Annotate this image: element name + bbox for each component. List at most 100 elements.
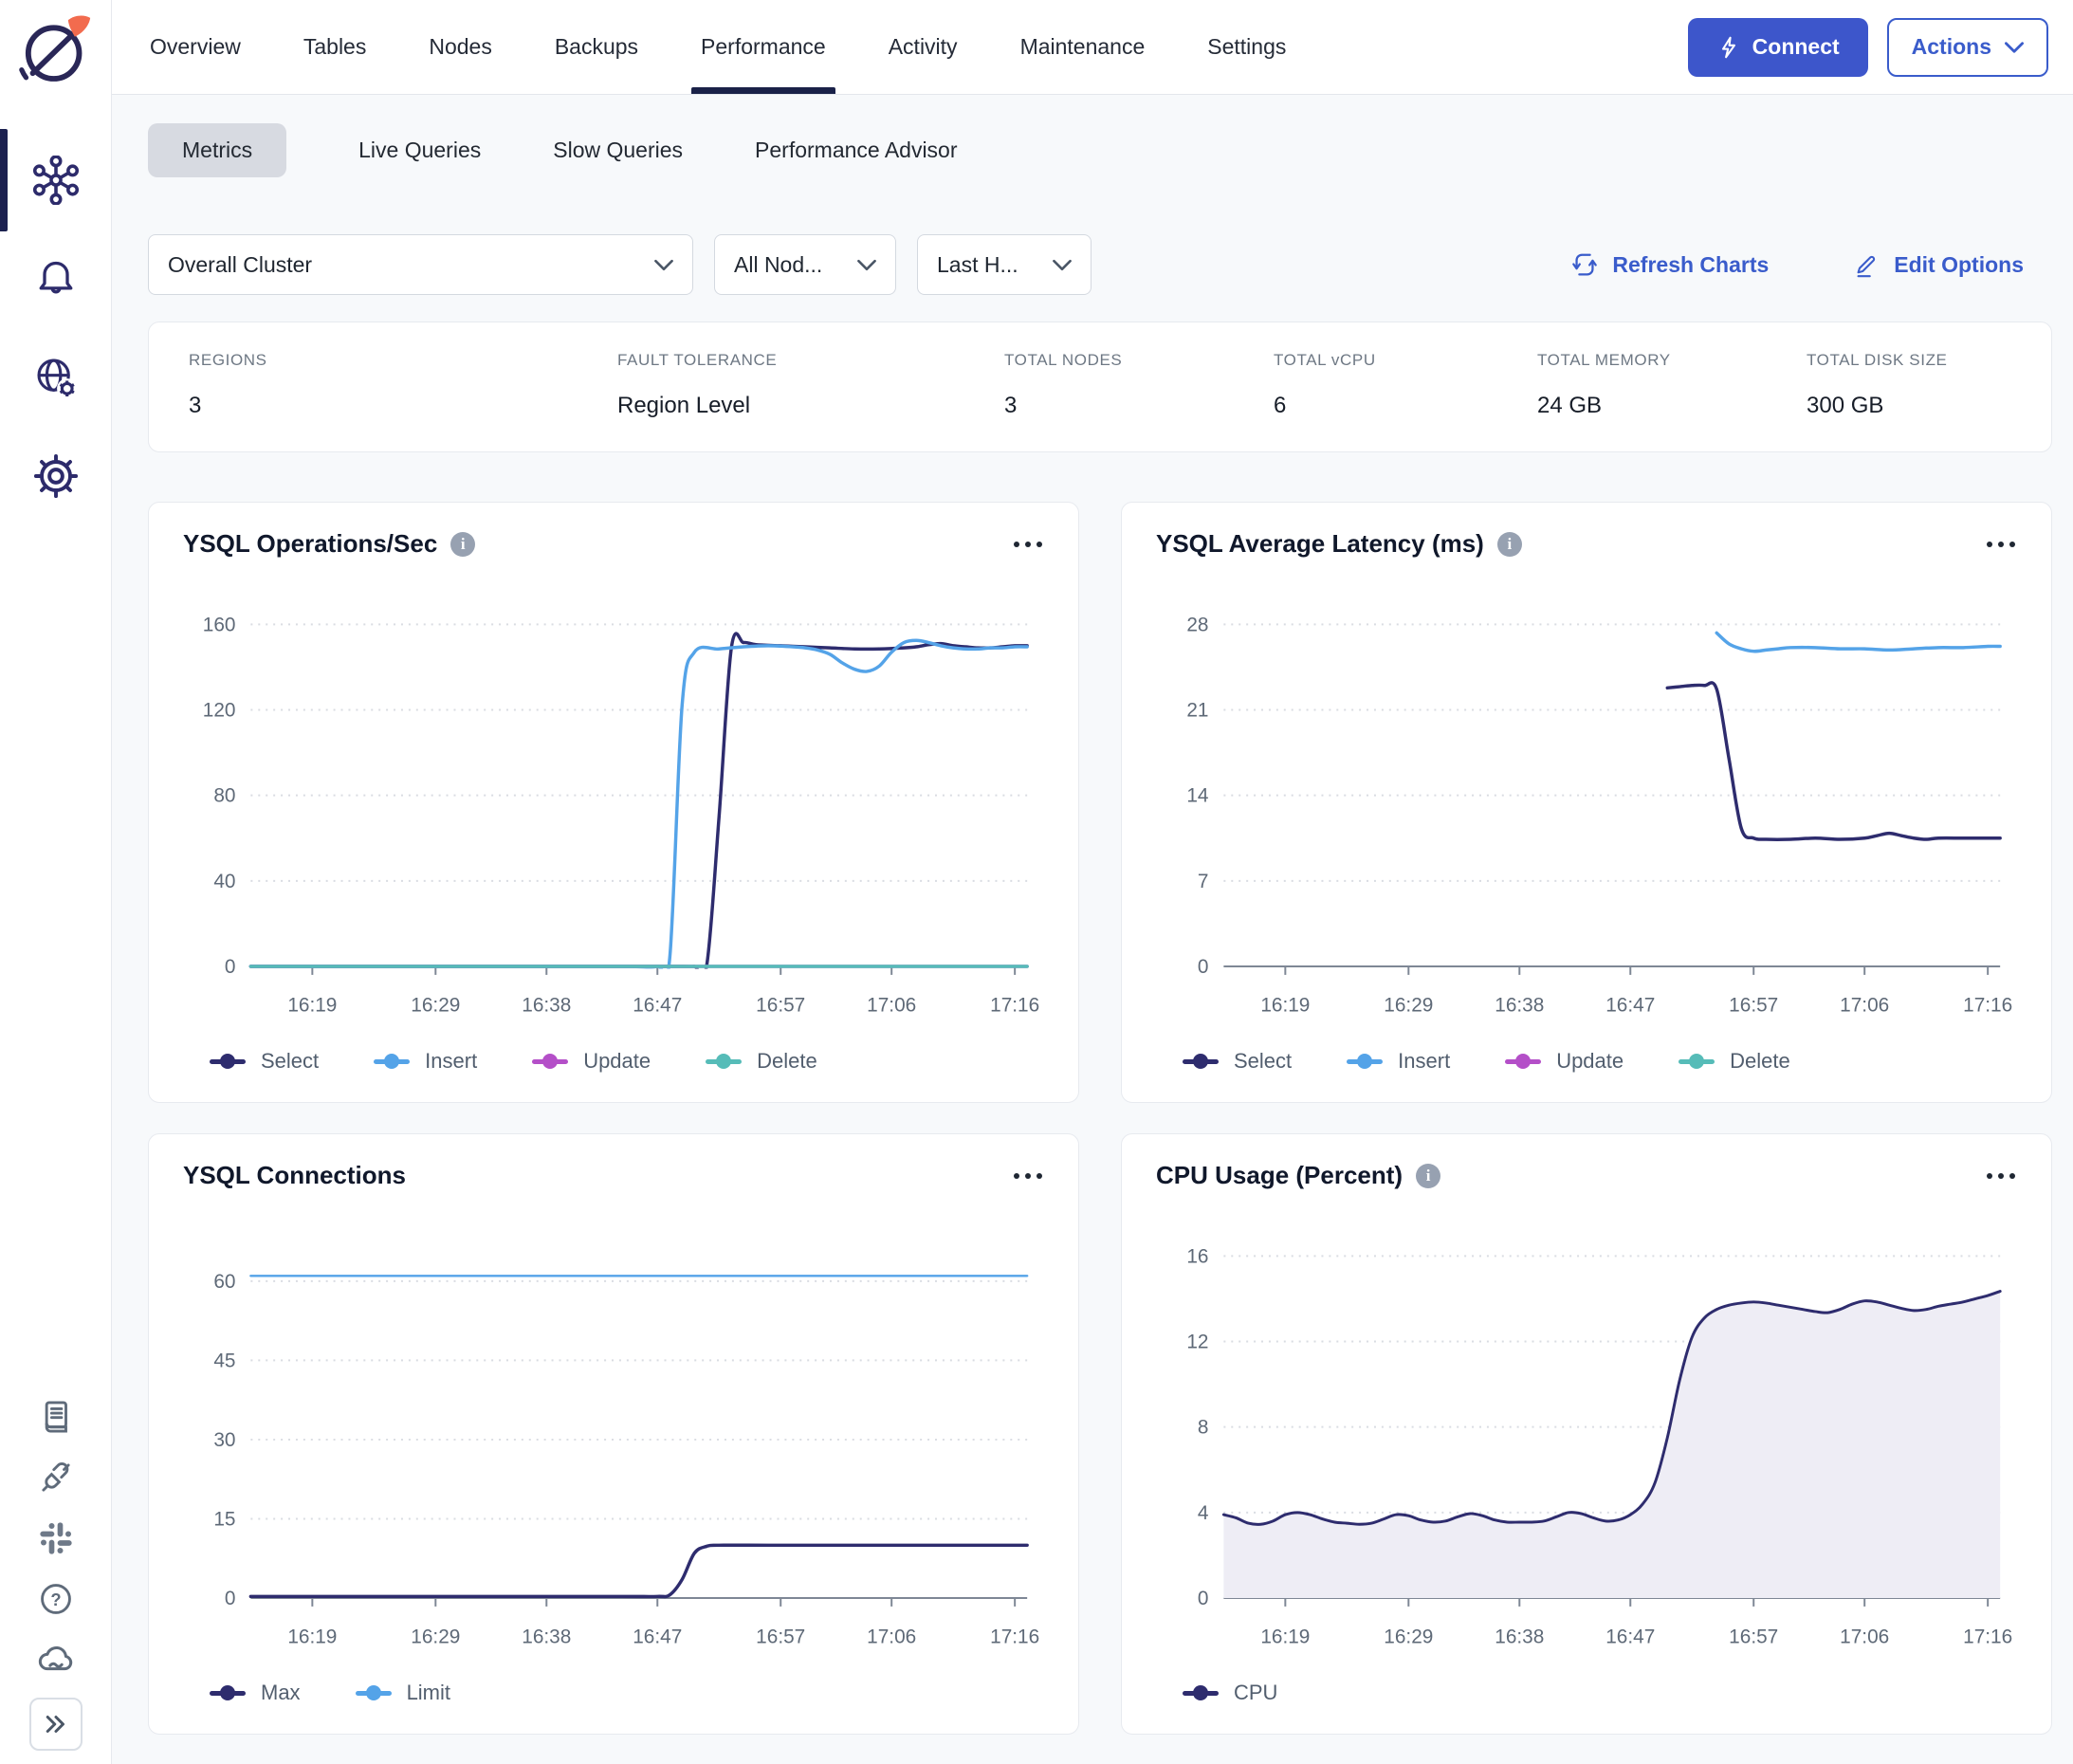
main-content: Overview Tables Nodes Backups Performanc… [112, 0, 2073, 1764]
tab-maintenance[interactable]: Maintenance [1018, 0, 1147, 94]
sidebar-item-integrations[interactable] [0, 1447, 112, 1508]
time-range-select[interactable]: Last H... [917, 234, 1092, 295]
chart-actions: Refresh Charts Edit Options [1570, 250, 2050, 279]
refresh-cycle-icon [1570, 250, 1599, 279]
clusters-network-icon [31, 156, 81, 205]
lightning-bolt-icon [1716, 35, 1741, 60]
chevron-down-icon [857, 259, 876, 271]
docs-book-icon [36, 1397, 76, 1437]
subtab-performance-advisor[interactable]: Performance Advisor [755, 123, 957, 177]
filter-bar: Overall Cluster All Nod... Last H... [112, 177, 2073, 295]
svg-text:80: 80 [213, 785, 235, 807]
chart-plot: 0714212816:1916:2916:3816:4716:5717:0617… [1156, 568, 2017, 1039]
svg-text:16:47: 16:47 [633, 1626, 682, 1648]
svg-text:0: 0 [1198, 1588, 1209, 1609]
legend-item-insert: Insert [374, 1049, 477, 1074]
ellipsis-menu-icon[interactable] [1012, 1167, 1044, 1185]
svg-text:0: 0 [225, 1588, 236, 1609]
ellipsis-menu-icon[interactable] [1985, 1167, 2017, 1185]
svg-text:28: 28 [1186, 614, 1208, 635]
tab-settings[interactable]: Settings [1205, 0, 1288, 94]
nodes-select[interactable]: All Nod... [714, 234, 896, 295]
svg-text:16:38: 16:38 [522, 1626, 571, 1648]
stat-label: TOTAL DISK SIZE [1807, 351, 2011, 370]
legend-item-select: Select [1183, 1049, 1292, 1074]
expand-sidebar-button[interactable] [29, 1698, 83, 1751]
svg-text:16:38: 16:38 [1495, 995, 1544, 1017]
svg-text:17:16: 17:16 [1963, 995, 2012, 1017]
chart-header: CPU Usage (Percent) i [1156, 1161, 2017, 1190]
svg-text:45: 45 [213, 1350, 235, 1371]
connect-button[interactable]: Connect [1688, 18, 1868, 77]
svg-text:14: 14 [1186, 785, 1208, 807]
svg-text:16:57: 16:57 [756, 1626, 805, 1648]
sidebar-item-slack[interactable] [0, 1508, 112, 1569]
stat-value: 3 [189, 393, 617, 419]
chart-legend: Select Insert Update Delete [183, 1039, 1044, 1079]
nav-buttons: Connect Actions [1688, 0, 2048, 94]
stat-total-vcpu: TOTAL vCPU 6 [1274, 351, 1537, 419]
sidebar-item-help[interactable]: ? [0, 1569, 112, 1629]
svg-text:17:16: 17:16 [990, 995, 1039, 1017]
svg-text:16:29: 16:29 [1384, 995, 1433, 1017]
cluster-stats-bar: REGIONS 3 FAULT TOLERANCE Region Level T… [148, 322, 2052, 452]
stat-total-nodes: TOTAL NODES 3 [1004, 351, 1274, 419]
subtab-metrics[interactable]: Metrics [148, 123, 286, 177]
svg-text:16:19: 16:19 [287, 995, 337, 1017]
chart-header: YSQL Average Latency (ms) i [1156, 529, 2017, 559]
svg-text:16:29: 16:29 [1384, 1626, 1433, 1648]
tab-nodes[interactable]: Nodes [427, 0, 493, 94]
sidebar-item-docs[interactable] [0, 1387, 112, 1447]
alerts-bell-icon [33, 256, 79, 302]
edit-options-link[interactable]: Edit Options [1852, 250, 2024, 279]
info-icon[interactable]: i [1497, 532, 1522, 557]
chart-card-cpu-usage: CPU Usage (Percent) i 048121616:1916:291… [1121, 1133, 2052, 1735]
svg-text:8: 8 [1198, 1417, 1209, 1439]
sidebar-item-regions[interactable] [0, 328, 112, 427]
chevron-down-icon [2005, 41, 2024, 54]
subtab-slow-queries[interactable]: Slow Queries [553, 123, 683, 177]
svg-text:40: 40 [213, 871, 235, 892]
sidebar-item-clusters[interactable] [0, 131, 112, 230]
time-range-value: Last H... [937, 252, 1018, 278]
sidebar-item-alerts[interactable] [0, 230, 112, 328]
tab-performance[interactable]: Performance [699, 0, 828, 94]
chart-plot: 048121616:1916:2916:3816:4716:5717:0617:… [1156, 1200, 2017, 1671]
chart-header: YSQL Connections [183, 1161, 1044, 1190]
info-icon[interactable]: i [450, 532, 475, 557]
svg-text:60: 60 [213, 1271, 235, 1293]
svg-text:0: 0 [225, 956, 236, 978]
chart-card-ysql-latency: YSQL Average Latency (ms) i 0714212816:1… [1121, 502, 2052, 1103]
svg-text:30: 30 [213, 1429, 235, 1451]
stat-total-memory: TOTAL MEMORY 24 GB [1537, 351, 1807, 419]
sidebar-item-cloud-status[interactable] [0, 1629, 112, 1690]
cluster-select[interactable]: Overall Cluster [148, 234, 693, 295]
stat-value: 300 GB [1807, 393, 2011, 419]
svg-text:16:38: 16:38 [1495, 1626, 1544, 1648]
info-icon[interactable]: i [1416, 1164, 1440, 1188]
ellipsis-menu-icon[interactable] [1985, 536, 2017, 553]
stat-value: 24 GB [1537, 393, 1807, 419]
yugabyte-logo[interactable] [15, 11, 97, 93]
actions-button[interactable]: Actions [1887, 18, 2048, 77]
legend-item-max: Max [210, 1681, 301, 1705]
tab-backups[interactable]: Backups [553, 0, 640, 94]
regions-globe-gear-icon [32, 354, 80, 401]
svg-text:?: ? [50, 1589, 61, 1609]
sidebar-item-settings[interactable] [0, 427, 112, 525]
tab-tables[interactable]: Tables [302, 0, 368, 94]
subtab-live-queries[interactable]: Live Queries [358, 123, 481, 177]
chevron-down-icon [1053, 259, 1072, 271]
tab-overview[interactable]: Overview [148, 0, 243, 94]
svg-text:16:47: 16:47 [1605, 1626, 1655, 1648]
svg-text:160: 160 [203, 614, 236, 635]
ellipsis-menu-icon[interactable] [1012, 536, 1044, 553]
refresh-charts-link[interactable]: Refresh Charts [1570, 250, 1769, 279]
pencil-icon [1852, 250, 1880, 279]
svg-text:0: 0 [1198, 956, 1209, 978]
sidebar-expand[interactable] [0, 1690, 112, 1751]
tab-activity[interactable]: Activity [887, 0, 960, 94]
active-indicator [0, 129, 8, 231]
svg-text:7: 7 [1198, 871, 1209, 892]
refresh-charts-label: Refresh Charts [1612, 252, 1769, 278]
